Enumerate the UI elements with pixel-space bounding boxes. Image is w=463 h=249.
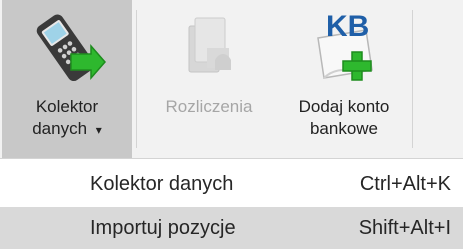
kolektor-danych-button[interactable]: Kolektor danych ▾ (2, 0, 132, 158)
menu-item-shortcut: Ctrl+Alt+K (359, 173, 451, 195)
menu-item-label: Kolektor danych (90, 173, 234, 195)
rozliczenia-button[interactable]: Rozliczenia (146, 0, 272, 158)
settlement-icon (169, 8, 249, 88)
kolektor-label-line1: Kolektor (35, 97, 99, 116)
kolektor-danych-label: Kolektor danych ▾ (32, 96, 102, 141)
kb-label: KB (326, 10, 370, 43)
chevron-down-icon[interactable]: ▾ (96, 123, 102, 137)
dodaj-konto-label-line2: bankowe (309, 119, 379, 138)
menu-item-shortcut: Shift+Alt+I (358, 217, 451, 239)
add-bank-account-icon: KB (304, 8, 384, 88)
menu-item-kolektor-danych[interactable]: Kolektor danych Ctrl+Alt+K (0, 163, 463, 205)
barcode-scanner-icon (27, 8, 107, 88)
ribbon: Kolektor danych ▾ Rozliczenia KB Dodaj k… (0, 0, 463, 159)
dodaj-konto-label-line1: Dodaj konto (298, 97, 390, 116)
menu-item-label: Importuj pozycje (90, 217, 236, 239)
dodaj-konto-label: Dodaj konto bankowe (299, 96, 390, 140)
dodaj-konto-bankowe-button[interactable]: KB Dodaj konto bankowe (280, 0, 408, 158)
rozliczenia-label: Rozliczenia (165, 97, 253, 116)
ribbon-separator (136, 10, 137, 148)
ribbon-separator (412, 10, 413, 148)
menu-item-importuj-pozycje[interactable]: Importuj pozycje Shift+Alt+I (0, 207, 463, 249)
kolektor-dropdown-menu: Kolektor danych Ctrl+Alt+K Importuj pozy… (0, 159, 463, 249)
kolektor-label-line2: danych (32, 119, 88, 138)
